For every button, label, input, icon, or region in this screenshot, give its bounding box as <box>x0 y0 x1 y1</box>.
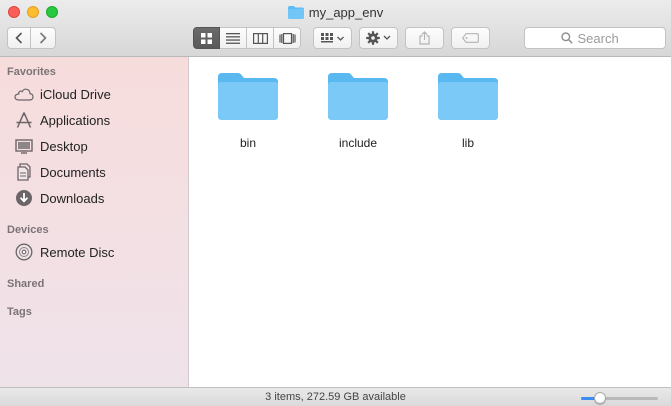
file-item-bin[interactable]: bin <box>208 71 288 150</box>
folder-icon <box>438 73 498 120</box>
file-area: bin include lib <box>190 57 671 387</box>
view-mode-control <box>193 27 301 49</box>
sidebar-item-applications[interactable]: Applications <box>14 109 184 131</box>
icon-view-button[interactable] <box>193 27 220 49</box>
chevron-right-icon <box>39 32 47 44</box>
action-button[interactable] <box>359 27 398 49</box>
file-name: bin <box>239 136 256 150</box>
arrange-icon <box>320 32 344 42</box>
sidebar-item-label: iCloud Drive <box>40 86 111 102</box>
cloud-icon <box>14 84 34 104</box>
back-button[interactable] <box>7 27 31 49</box>
search-icon <box>560 32 573 44</box>
status-bar: 3 items, 272.59 GB available <box>0 387 671 406</box>
edit-tags-button[interactable] <box>451 27 490 49</box>
sidebar: Favorites iCloud Drive Applications Desk… <box>0 57 189 387</box>
columns-icon <box>252 32 268 44</box>
window-title-text: my_app_env <box>308 5 384 20</box>
sidebar-section-shared[interactable]: Shared <box>7 278 44 290</box>
arrange-button[interactable] <box>313 27 352 49</box>
chevron-left-icon <box>15 32 23 44</box>
cover-flow-view-button[interactable] <box>274 27 301 49</box>
sidebar-item-icloud-drive[interactable]: iCloud Drive <box>14 83 184 105</box>
window-title: my_app_env <box>0 5 671 20</box>
list-view-button[interactable] <box>220 27 247 49</box>
share-icon <box>419 31 430 45</box>
folder-icon <box>218 73 278 120</box>
sidebar-item-desktop[interactable]: Desktop <box>14 135 184 157</box>
sidebar-item-documents[interactable]: Documents <box>14 161 184 183</box>
file-item-include[interactable]: include <box>318 71 398 150</box>
column-view-button[interactable] <box>247 27 274 49</box>
documents-icon <box>14 162 34 182</box>
sidebar-section-favorites: Favorites <box>7 66 56 78</box>
grid-icon <box>201 32 212 44</box>
applications-icon <box>14 110 34 130</box>
file-name: include <box>338 136 378 150</box>
disc-icon <box>14 242 34 262</box>
sidebar-section-tags[interactable]: Tags <box>7 306 32 318</box>
list-icon <box>226 32 240 44</box>
cover-flow-icon <box>278 32 296 44</box>
file-item-lib[interactable]: lib <box>428 71 508 150</box>
folder-icon <box>287 6 304 19</box>
downloads-icon <box>14 188 34 208</box>
sidebar-item-label: Documents <box>40 164 106 180</box>
folder-icon <box>328 73 388 120</box>
sidebar-item-downloads[interactable]: Downloads <box>14 187 184 209</box>
status-text: 3 items, 272.59 GB available <box>265 391 406 403</box>
sidebar-section-devices: Devices <box>7 224 49 236</box>
desktop-icon <box>14 136 34 156</box>
sidebar-item-label: Desktop <box>40 138 88 154</box>
sidebar-item-label: Remote Disc <box>40 244 115 260</box>
gear-icon <box>365 31 390 45</box>
icon-size-slider[interactable] <box>581 392 658 404</box>
forward-button[interactable] <box>31 27 56 49</box>
sidebar-item-label: Applications <box>40 112 111 128</box>
sidebar-item-remote-disc[interactable]: Remote Disc <box>14 241 184 263</box>
share-button[interactable] <box>405 27 444 49</box>
search-input[interactable] <box>577 30 630 46</box>
file-name: lib <box>461 136 474 150</box>
search-field[interactable] <box>524 27 666 49</box>
finder-window: my_app_env Search Favorites iCloud Drive… <box>0 0 671 406</box>
sidebar-item-label: Downloads <box>40 190 105 206</box>
tag-icon <box>462 33 479 43</box>
toolbar: my_app_env <box>0 0 671 57</box>
